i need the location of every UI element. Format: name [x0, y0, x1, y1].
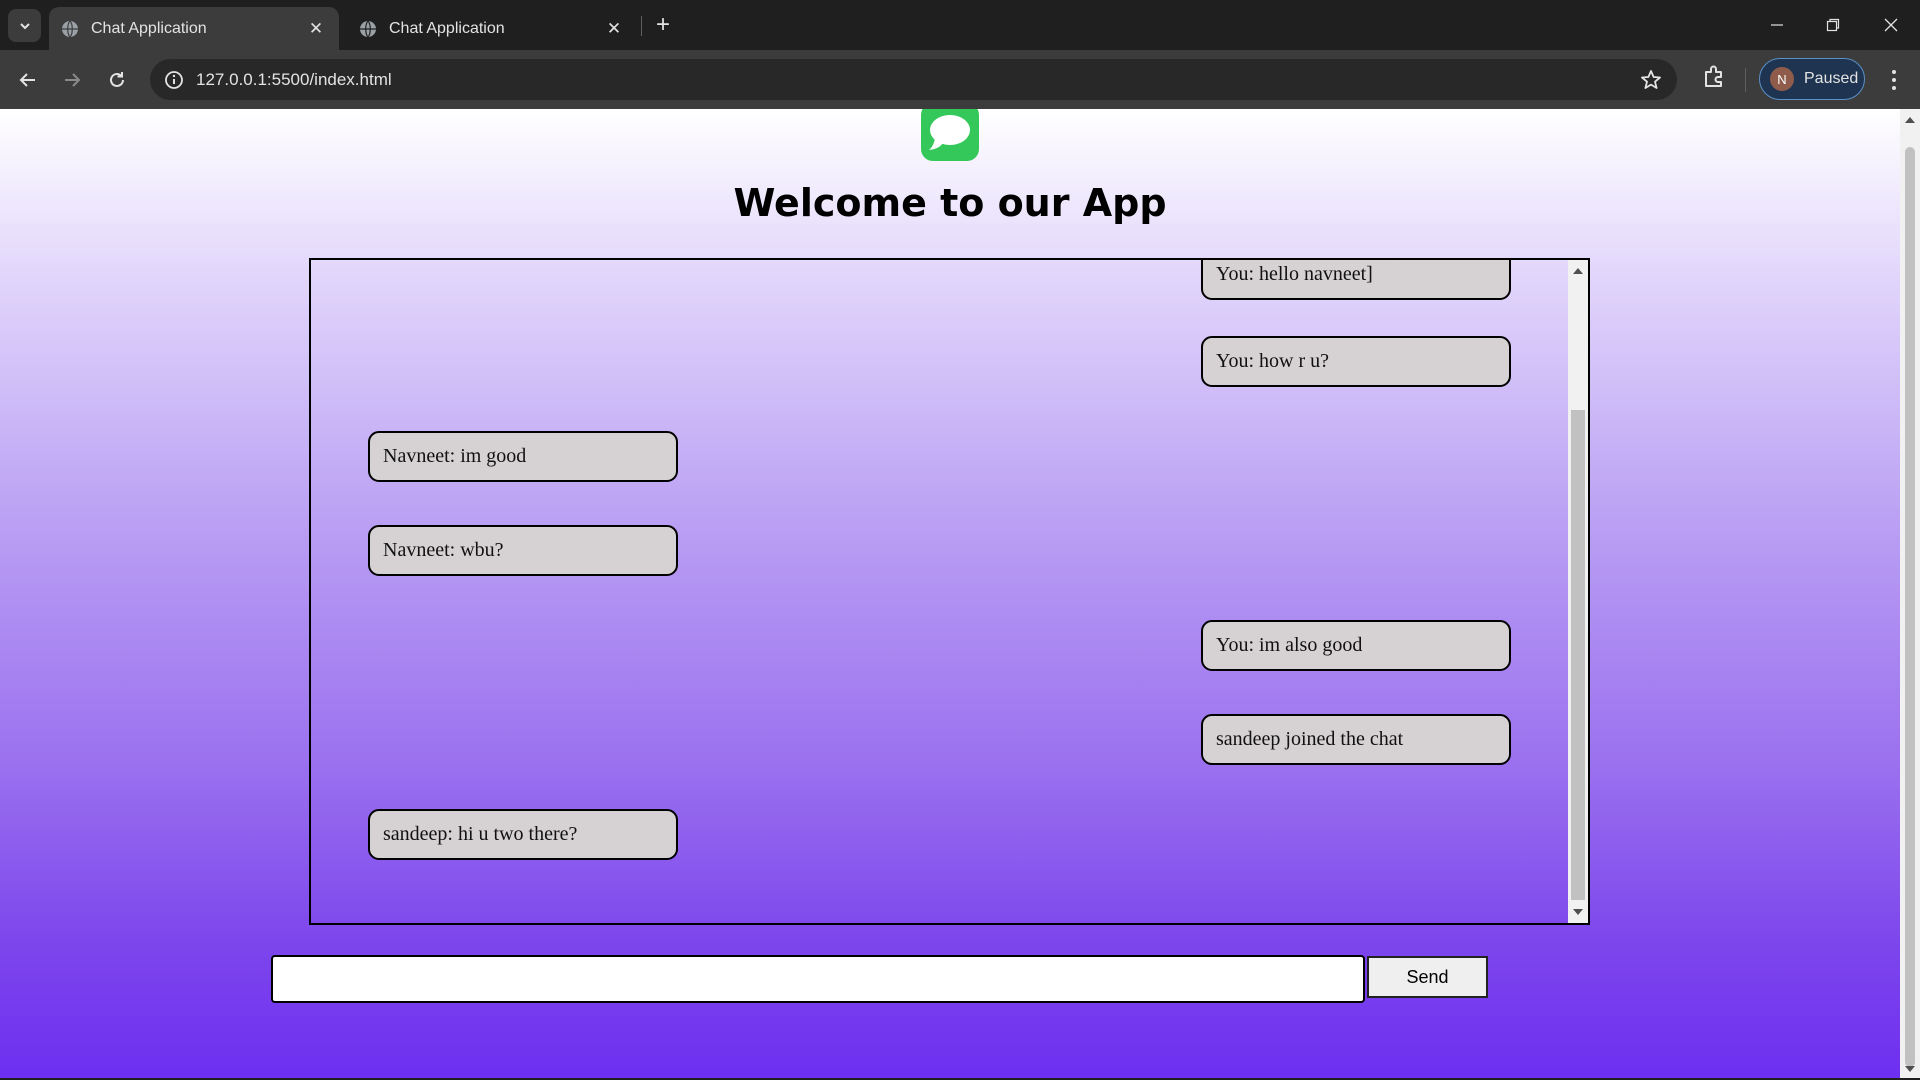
chat-messages-panel[interactable]: You: hello navneet] You: how r u? Navnee… [309, 258, 1590, 925]
page-viewport: Welcome to our App You: hello navneet] Y… [0, 109, 1920, 1078]
chat-bubble-icon [921, 109, 979, 161]
close-icon [1884, 18, 1898, 32]
message-bubble: You: im also good [1201, 620, 1511, 671]
page-scrollbar[interactable] [1900, 109, 1920, 1078]
more-menu-icon[interactable] [1882, 66, 1906, 94]
minimize-icon [1771, 24, 1783, 26]
tab-title: Chat Application [91, 19, 207, 37]
restore-button[interactable] [1818, 10, 1848, 40]
message-bubble: You: hello navneet] [1201, 260, 1511, 300]
tab-chat-application-1[interactable]: Chat Application ✕ [49, 7, 339, 50]
profile-status: Paused [1804, 70, 1859, 87]
globe-icon [62, 20, 78, 37]
url-text[interactable]: 127.0.0.1:5500/index.html [196, 70, 392, 90]
chat-scrollbar[interactable] [1568, 260, 1588, 923]
message-bubble: Navneet: im good [368, 431, 678, 482]
extensions-icon[interactable] [1699, 62, 1729, 92]
message-bubble: sandeep: hi u two there? [368, 809, 678, 860]
message-input[interactable] [271, 955, 1365, 1003]
arrow-right-icon [65, 73, 81, 87]
chevron-down-icon [19, 22, 30, 29]
tab-divider [641, 16, 642, 36]
scroll-up-arrow-icon[interactable] [1573, 268, 1583, 274]
toolbar-divider [1745, 68, 1746, 92]
new-tab-button[interactable]: + [650, 11, 676, 38]
close-icon[interactable]: ✕ [603, 18, 625, 40]
scroll-down-arrow-icon[interactable] [1573, 909, 1583, 915]
browser-toolbar: 127.0.0.1:5500/index.html N Paused [0, 50, 1920, 109]
reload-icon [110, 72, 124, 87]
page-scrollbar-thumb[interactable] [1905, 147, 1915, 1067]
close-icon[interactable]: ✕ [305, 18, 327, 40]
message-bubble: sandeep joined the chat [1201, 714, 1511, 765]
globe-icon [360, 20, 376, 37]
forward-button[interactable] [55, 63, 89, 97]
back-button[interactable] [11, 63, 45, 97]
tab-search-button[interactable] [8, 9, 41, 42]
chat-scrollbar-thumb[interactable] [1571, 410, 1585, 900]
avatar: N [1770, 67, 1794, 91]
reload-button[interactable] [100, 63, 134, 97]
page-title: Welcome to our App [733, 181, 1167, 225]
address-bar[interactable]: 127.0.0.1:5500/index.html [150, 59, 1677, 100]
minimize-button[interactable] [1762, 10, 1792, 40]
close-window-button[interactable] [1876, 10, 1906, 40]
restore-icon [1826, 18, 1840, 32]
bookmark-star-icon[interactable] [1639, 68, 1663, 92]
scroll-down-arrow-icon[interactable] [1905, 1066, 1915, 1072]
tab-strip: Chat Application ✕ Chat Application ✕ + [0, 0, 1920, 50]
send-button[interactable]: Send [1367, 956, 1488, 998]
tab-chat-application-2[interactable]: Chat Application ✕ [347, 7, 637, 50]
info-icon[interactable] [162, 68, 186, 92]
arrow-left-icon [19, 73, 35, 87]
scroll-up-arrow-icon[interactable] [1905, 117, 1915, 123]
profile-button[interactable]: N Paused [1759, 58, 1865, 100]
message-bubble: Navneet: wbu? [368, 525, 678, 576]
tab-title: Chat Application [389, 19, 505, 37]
message-bubble: You: how r u? [1201, 336, 1511, 387]
